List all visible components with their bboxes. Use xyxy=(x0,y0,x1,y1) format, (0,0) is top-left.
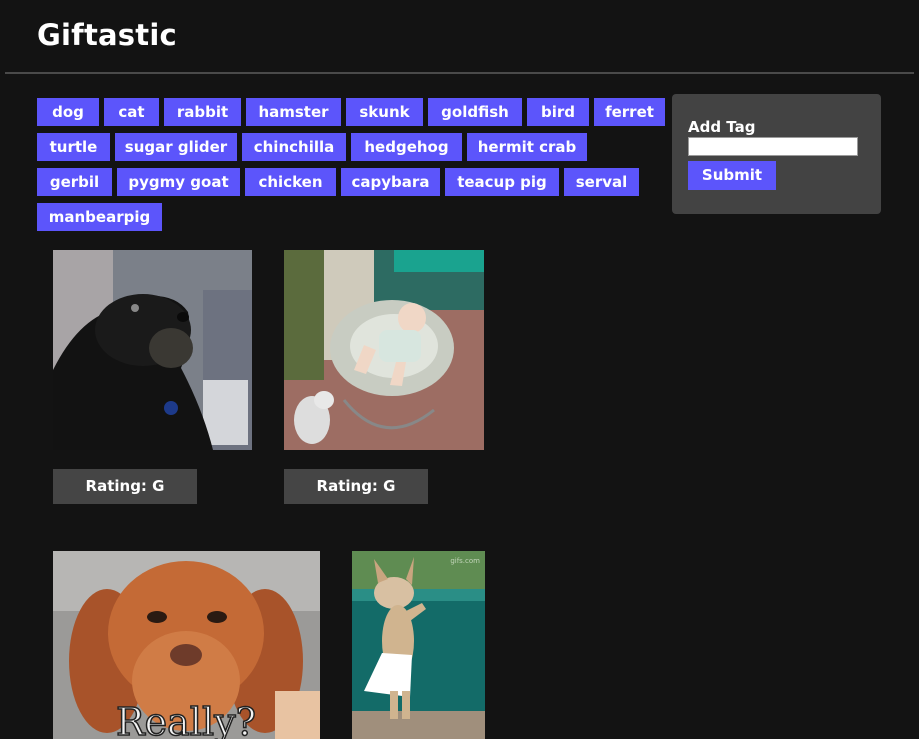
rating-label: Rating: G xyxy=(284,469,428,504)
tag-button-bird[interactable]: bird xyxy=(527,98,589,126)
tag-button-capybara[interactable]: capybara xyxy=(341,168,440,196)
tag-button-hamster[interactable]: hamster xyxy=(246,98,341,126)
tag-button-chicken[interactable]: chicken xyxy=(245,168,336,196)
tag-button-teacup-pig[interactable]: teacup pig xyxy=(445,168,559,196)
gif-skeptical-puppy[interactable]: Really? xyxy=(53,551,320,739)
tag-button-pygmy-goat[interactable]: pygmy goat xyxy=(117,168,240,196)
submit-button[interactable]: Submit xyxy=(688,161,776,190)
tag-button-cat[interactable]: cat xyxy=(104,98,159,126)
tag-button-manbearpig[interactable]: manbearpig xyxy=(37,203,162,231)
gif-dog-in-towel[interactable]: gifs.com xyxy=(352,551,485,739)
tag-button-serval[interactable]: serval xyxy=(564,168,639,196)
tag-button-rabbit[interactable]: rabbit xyxy=(164,98,241,126)
tag-button-dog[interactable]: dog xyxy=(37,98,99,126)
add-tag-panel: Add Tag Submit xyxy=(672,94,881,214)
gif-black-dog[interactable] xyxy=(53,250,252,450)
tag-button-sugar-glider[interactable]: sugar glider xyxy=(115,133,237,161)
gif-caption: Really? xyxy=(116,700,256,739)
tag-button-goldfish[interactable]: goldfish xyxy=(428,98,522,126)
tag-button-chinchilla[interactable]: chinchilla xyxy=(242,133,346,161)
gif-watermark: gifs.com xyxy=(450,557,480,565)
tag-button-skunk[interactable]: skunk xyxy=(346,98,423,126)
tag-button-turtle[interactable]: turtle xyxy=(37,133,110,161)
header: Giftastic xyxy=(0,0,919,74)
header-divider xyxy=(5,72,914,74)
app-title: Giftastic xyxy=(37,18,177,52)
tag-button-ferret[interactable]: ferret xyxy=(594,98,665,126)
tag-button-hedgehog[interactable]: hedgehog xyxy=(351,133,462,161)
gif-baby-bouncer[interactable] xyxy=(284,250,484,450)
tag-button-gerbil[interactable]: gerbil xyxy=(37,168,112,196)
add-tag-input[interactable] xyxy=(688,137,858,156)
add-tag-label: Add Tag xyxy=(688,118,756,136)
rating-label: Rating: G xyxy=(53,469,197,504)
tag-button-hermit-crab[interactable]: hermit crab xyxy=(467,133,587,161)
